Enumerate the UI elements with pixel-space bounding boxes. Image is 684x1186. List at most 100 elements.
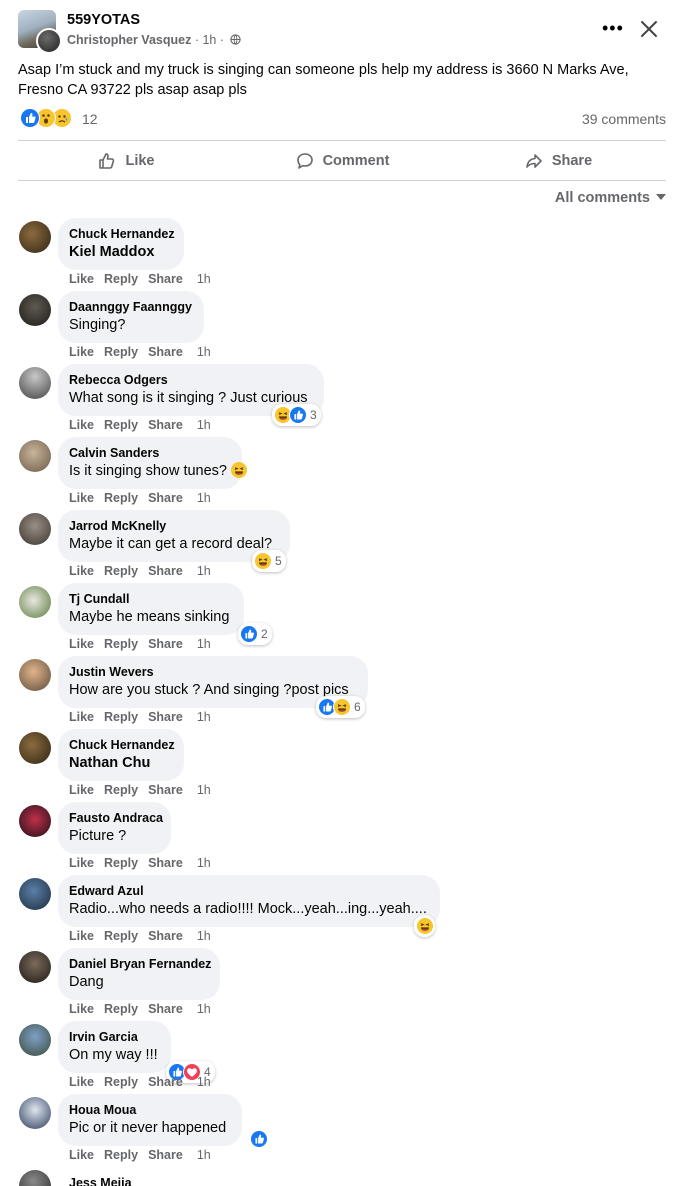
share-button[interactable]: Share xyxy=(450,142,666,180)
comment-time[interactable]: 1h xyxy=(197,637,211,651)
comment-reply-button[interactable]: Reply xyxy=(104,1148,138,1162)
comment-reply-button[interactable]: Reply xyxy=(104,1075,138,1089)
comment-share-button[interactable]: Share xyxy=(148,418,183,432)
comment-like-button[interactable]: Like xyxy=(69,710,94,724)
commenter-name[interactable]: Jarrod McKnelly xyxy=(69,518,278,534)
commenter-name[interactable]: Jess Mejia xyxy=(69,1176,132,1186)
comment-reply-button[interactable]: Reply xyxy=(104,710,138,724)
comment-time[interactable]: 1h xyxy=(197,929,211,943)
comment-button[interactable]: Comment xyxy=(234,142,450,180)
post-author[interactable]: Christopher Vasquez xyxy=(67,33,191,47)
comment-like-button[interactable]: Like xyxy=(69,564,94,578)
comment-share-button[interactable]: Share xyxy=(148,564,183,578)
comment-reactions[interactable]: 6 xyxy=(316,696,365,718)
comment-time[interactable]: 1h xyxy=(197,710,211,724)
comment-reply-button[interactable]: Reply xyxy=(104,564,138,578)
reactions-summary[interactable]: 12 39 comments xyxy=(18,108,666,130)
comment-like-button[interactable]: Like xyxy=(69,345,94,359)
comment-reply-button[interactable]: Reply xyxy=(104,345,138,359)
comment-reply-button[interactable]: Reply xyxy=(104,929,138,943)
author-avatar[interactable] xyxy=(36,28,62,54)
commenter-name[interactable]: Rebecca Odgers xyxy=(69,372,312,388)
group-avatar[interactable] xyxy=(18,10,62,54)
commenter-avatar[interactable] xyxy=(19,221,51,253)
commenter-name[interactable]: Edward Azul xyxy=(69,883,428,899)
comment-share-button[interactable]: Share xyxy=(148,491,183,505)
comment-like-button[interactable]: Like xyxy=(69,637,94,651)
comment-reactions[interactable]: 2 xyxy=(238,623,272,645)
comment-reply-button[interactable]: Reply xyxy=(104,637,138,651)
comment-time[interactable]: 1h xyxy=(197,1148,211,1162)
comment-reply-button[interactable]: Reply xyxy=(104,783,138,797)
commenter-avatar[interactable] xyxy=(19,1170,51,1186)
comment-reply-button[interactable]: Reply xyxy=(104,1002,138,1016)
comment-like-button[interactable]: Like xyxy=(69,491,94,505)
comment-like-button[interactable]: Like xyxy=(69,856,94,870)
commenter-avatar[interactable] xyxy=(19,805,51,837)
commenter-avatar[interactable] xyxy=(19,513,51,545)
comment-share-button[interactable]: Share xyxy=(148,856,183,870)
comment-filter-dropdown[interactable]: All comments xyxy=(555,190,666,206)
comments-count[interactable]: 39 comments xyxy=(582,111,666,127)
comment-reply-button[interactable]: Reply xyxy=(104,418,138,432)
group-name[interactable]: 559YOTAS xyxy=(67,12,140,28)
comment-reactions[interactable]: 5 xyxy=(252,550,286,572)
comment-time[interactable]: 1h xyxy=(197,783,211,797)
comment-reactions[interactable]: 3 xyxy=(272,404,321,426)
comment-reply-button[interactable]: Reply xyxy=(104,856,138,870)
comment-time[interactable]: 1h xyxy=(197,856,211,870)
comment-like-button[interactable]: Like xyxy=(69,783,94,797)
commenter-avatar[interactable] xyxy=(19,1024,51,1056)
comment-time[interactable]: 1h xyxy=(197,272,211,286)
commenter-name[interactable]: Chuck Hernandez xyxy=(69,226,175,242)
comment-reactions[interactable] xyxy=(414,915,435,937)
comment-time[interactable]: 1h xyxy=(197,1002,211,1016)
comment-share-button[interactable]: Share xyxy=(148,272,183,286)
commenter-name[interactable]: Justin Wevers xyxy=(69,664,356,680)
comment-share-button[interactable]: Share xyxy=(148,345,183,359)
commenter-avatar[interactable] xyxy=(19,586,51,618)
tagged-user[interactable]: Kiel Maddox xyxy=(69,244,154,260)
comment-like-button[interactable]: Like xyxy=(69,1148,94,1162)
comment-share-button[interactable]: Share xyxy=(148,783,183,797)
commenter-name[interactable]: Calvin Sanders xyxy=(69,445,230,461)
commenter-name[interactable]: Daniel Bryan Fernandez xyxy=(69,956,211,972)
more-options-icon[interactable]: ••• xyxy=(602,19,623,38)
commenter-avatar[interactable] xyxy=(19,1097,51,1129)
commenter-name[interactable]: Daannggy Faannggy xyxy=(69,299,192,315)
commenter-name[interactable]: Houa Moua xyxy=(69,1102,230,1118)
comment-share-button[interactable]: Share xyxy=(148,1075,183,1089)
comment-time[interactable]: 1h xyxy=(197,1075,211,1089)
comment-reply-button[interactable]: Reply xyxy=(104,272,138,286)
comment-like-button[interactable]: Like xyxy=(69,1075,94,1089)
comment-like-button[interactable]: Like xyxy=(69,418,94,432)
like-button[interactable]: Like xyxy=(18,142,234,180)
comment-time[interactable]: 1h xyxy=(197,418,211,432)
comment-share-button[interactable]: Share xyxy=(148,637,183,651)
comment-share-button[interactable]: Share xyxy=(148,1148,183,1162)
post-time[interactable]: 1h xyxy=(202,33,216,47)
comment-like-button[interactable]: Like xyxy=(69,929,94,943)
comment-reactions[interactable] xyxy=(248,1128,269,1150)
commenter-avatar[interactable] xyxy=(19,367,51,399)
commenter-avatar[interactable] xyxy=(19,951,51,983)
commenter-name[interactable]: Chuck Hernandez xyxy=(69,737,175,753)
comment-time[interactable]: 1h xyxy=(197,345,211,359)
commenter-avatar[interactable] xyxy=(19,732,51,764)
comment-share-button[interactable]: Share xyxy=(148,929,183,943)
comment-share-button[interactable]: Share xyxy=(148,710,183,724)
comment-reply-button[interactable]: Reply xyxy=(104,491,138,505)
commenter-avatar[interactable] xyxy=(19,440,51,472)
commenter-avatar[interactable] xyxy=(19,294,51,326)
commenter-name[interactable]: Tj Cundall xyxy=(69,591,232,607)
tagged-user[interactable]: Nathan Chu xyxy=(69,755,150,771)
commenter-avatar[interactable] xyxy=(19,659,51,691)
commenter-name[interactable]: Irvin Garcia xyxy=(69,1029,159,1045)
comment-share-button[interactable]: Share xyxy=(148,1002,183,1016)
comment-time[interactable]: 1h xyxy=(197,491,211,505)
close-icon[interactable] xyxy=(638,18,660,40)
comment-like-button[interactable]: Like xyxy=(69,272,94,286)
commenter-avatar[interactable] xyxy=(19,878,51,910)
comment-time[interactable]: 1h xyxy=(197,564,211,578)
comment-like-button[interactable]: Like xyxy=(69,1002,94,1016)
